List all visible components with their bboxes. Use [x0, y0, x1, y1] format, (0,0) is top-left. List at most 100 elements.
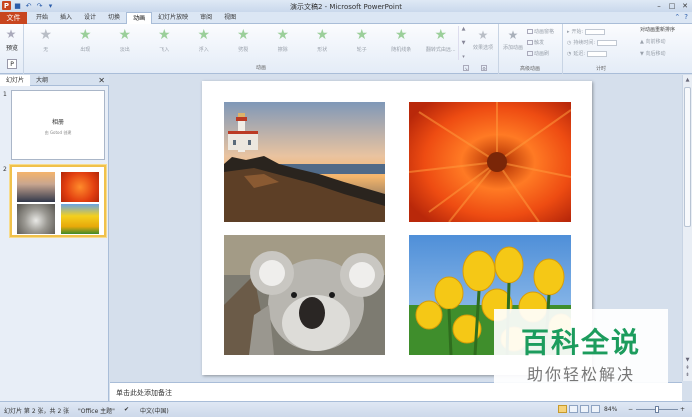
gallery-more-icon[interactable]: ▾	[462, 54, 465, 60]
previous-slide-icon[interactable]: ⇞	[683, 365, 692, 371]
window-controls: – □ ✕	[654, 1, 690, 10]
animation-wipe[interactable]: ★ 擦除	[263, 26, 303, 60]
slide-sorter-button[interactable]	[569, 405, 578, 413]
minimize-icon[interactable]: –	[654, 1, 664, 10]
start-field[interactable]: ▸ 开始:	[567, 28, 606, 35]
slideshow-view-button[interactable]	[591, 405, 600, 413]
animation-grow-turn[interactable]: ★ 翻转式由远...	[421, 26, 461, 60]
watermark-title: 百科全说	[520, 326, 641, 359]
scrollbar-thumb[interactable]	[684, 87, 691, 227]
delay-spinner[interactable]	[587, 50, 608, 57]
maximize-icon[interactable]: □	[667, 1, 677, 10]
zoom-level[interactable]: 84%	[604, 406, 617, 413]
tab-review[interactable]: 审阅	[194, 12, 218, 24]
language-indicator[interactable]: 中文(中国)	[140, 406, 169, 415]
animation-split[interactable]: ★ 劈裂	[224, 26, 264, 60]
preview-star-icon[interactable]: ★	[5, 28, 17, 40]
animation-label: 淡出	[119, 47, 130, 53]
duration-field[interactable]: ◷ 持续时间:	[567, 39, 618, 46]
tab-outline[interactable]: 大纲	[30, 75, 54, 86]
delay-field[interactable]: ◔ 延迟:	[567, 50, 608, 57]
scroll-down-icon[interactable]: ▼	[462, 40, 466, 46]
trigger-button[interactable]: 触发	[527, 39, 544, 46]
animation-fly-in[interactable]: ★ 飞入	[145, 26, 185, 60]
spellcheck-icon[interactable]: ✔	[124, 406, 129, 413]
tab-home[interactable]: 开始	[30, 12, 54, 24]
chrysanthemum-photo[interactable]	[409, 102, 571, 222]
move-later-button[interactable]: ▼ 向后移动	[640, 50, 690, 57]
tab-slides[interactable]: 幻灯片	[0, 75, 31, 86]
move-earlier-button[interactable]: ▲ 向前移动	[640, 38, 690, 45]
animation-shape[interactable]: ★ 形状	[303, 26, 343, 60]
star-icon: ★	[355, 27, 369, 43]
animation-label: 擦除	[277, 47, 288, 53]
painter-icon	[527, 51, 533, 56]
zoom-slider[interactable]	[636, 406, 678, 413]
slide-thumbnail-1[interactable]: 相册 由 Gotod 创建	[11, 90, 105, 160]
normal-view-button[interactable]	[558, 405, 567, 413]
animation-pane-label: 动画窗格	[534, 29, 555, 35]
mini-flower-photo	[61, 172, 99, 202]
star-icon: ★	[236, 27, 250, 43]
animation-pane-button[interactable]: 动画窗格	[527, 28, 554, 35]
koala-photo[interactable]	[224, 235, 385, 355]
add-animation-button[interactable]: ★ 添加动画	[501, 26, 525, 60]
help-icon[interactable]: ?	[684, 13, 688, 21]
duration-spinner[interactable]	[597, 39, 618, 46]
gallery-scroll[interactable]: ▲ ▼ ▾	[458, 26, 468, 60]
scroll-down-icon[interactable]: ▼	[683, 357, 692, 363]
animation-float-in[interactable]: ★ 浮入	[184, 26, 224, 60]
reading-view-button[interactable]	[580, 405, 589, 413]
close-pane-icon[interactable]: ✕	[98, 76, 105, 85]
animation-wheel[interactable]: ★ 轮子	[342, 26, 382, 60]
zoom-out-icon[interactable]: −	[628, 406, 633, 413]
slide-number: 2	[3, 166, 7, 173]
effect-options-button[interactable]: ★ 效果选项	[470, 26, 496, 60]
animation-fade[interactable]: ★ 淡出	[105, 26, 145, 60]
star-icon: ★	[39, 27, 53, 43]
koala-illustration	[224, 235, 385, 355]
animation-none[interactable]: ★ 无	[26, 26, 66, 60]
animation-random-bars[interactable]: ★ 随机线条	[382, 26, 422, 60]
ribbon-tabs: 开始 插入 设计 切换 动画 幻灯片放映 审阅 视图	[30, 12, 242, 24]
reorder-title: 对动画重新排序	[640, 27, 676, 33]
star-icon: ★	[197, 27, 211, 43]
mini-lighthouse-photo	[17, 172, 55, 202]
zoom-slider-knob[interactable]	[655, 406, 659, 413]
animation-group-label: 动画	[255, 65, 266, 71]
lighthouse-photo[interactable]	[224, 102, 385, 222]
animation-label: 随机线条	[391, 47, 412, 53]
animation-appear[interactable]: ★ 出现	[66, 26, 106, 60]
star-icon: ★	[434, 27, 448, 43]
next-slide-icon[interactable]: ⇟	[683, 372, 692, 378]
slide-number: 1	[3, 91, 7, 98]
tab-animations[interactable]: 动画	[126, 12, 153, 24]
add-animation-icon: ★	[507, 28, 519, 42]
animation-settings-icon[interactable]: ⚙	[481, 65, 487, 71]
star-icon: ★	[118, 27, 132, 43]
vertical-scrollbar[interactable]: ▲ ▼ ⇞ ⇟	[682, 75, 692, 381]
move-later-label: 向后移动	[645, 51, 666, 57]
tab-transitions[interactable]: 切换	[102, 12, 126, 24]
tab-slideshow[interactable]: 幻灯片放映	[152, 12, 194, 24]
scroll-up-icon[interactable]: ▲	[462, 26, 466, 32]
watermark-subtitle: 助你轻松解决	[526, 365, 635, 384]
minimize-ribbon-icon[interactable]: ⌃	[674, 13, 680, 21]
start-select[interactable]	[585, 28, 606, 35]
tab-design[interactable]: 设计	[78, 12, 102, 24]
tab-file[interactable]: 文件	[0, 12, 27, 24]
title-bar: P ■ ↶ ↷ ▾ 演示文稿2 - Microsoft PowerPoint –…	[0, 0, 692, 12]
animation-dialog-launcher-icon[interactable]: ↘	[463, 65, 469, 71]
scroll-up-icon[interactable]: ▲	[683, 77, 692, 83]
slide-thumbnail-2[interactable]	[10, 165, 106, 237]
tab-view[interactable]: 视图	[218, 12, 242, 24]
mini-tulips-photo	[61, 204, 99, 234]
preview-button[interactable]: 预览	[0, 43, 24, 52]
animation-painter-button[interactable]: 动画刷	[527, 50, 549, 57]
zoom-in-icon[interactable]: +	[680, 406, 685, 413]
tab-insert[interactable]: 插入	[54, 12, 78, 24]
ribbon-tab-row: 文件 开始 插入 设计 切换 动画 幻灯片放映 审阅 视图 ⌃ ?	[0, 12, 692, 24]
close-icon[interactable]: ✕	[680, 1, 690, 10]
animation-gallery: ★ 无 ★ 出现 ★ 淡出 ★ 飞入 ★ 浮入 ★ 劈裂 ★ 擦除 ★ 形状 ★…	[26, 26, 470, 60]
reorder-animation: 对动画重新排序 ▲ 向前移动 ▼ 向后移动	[640, 26, 690, 62]
